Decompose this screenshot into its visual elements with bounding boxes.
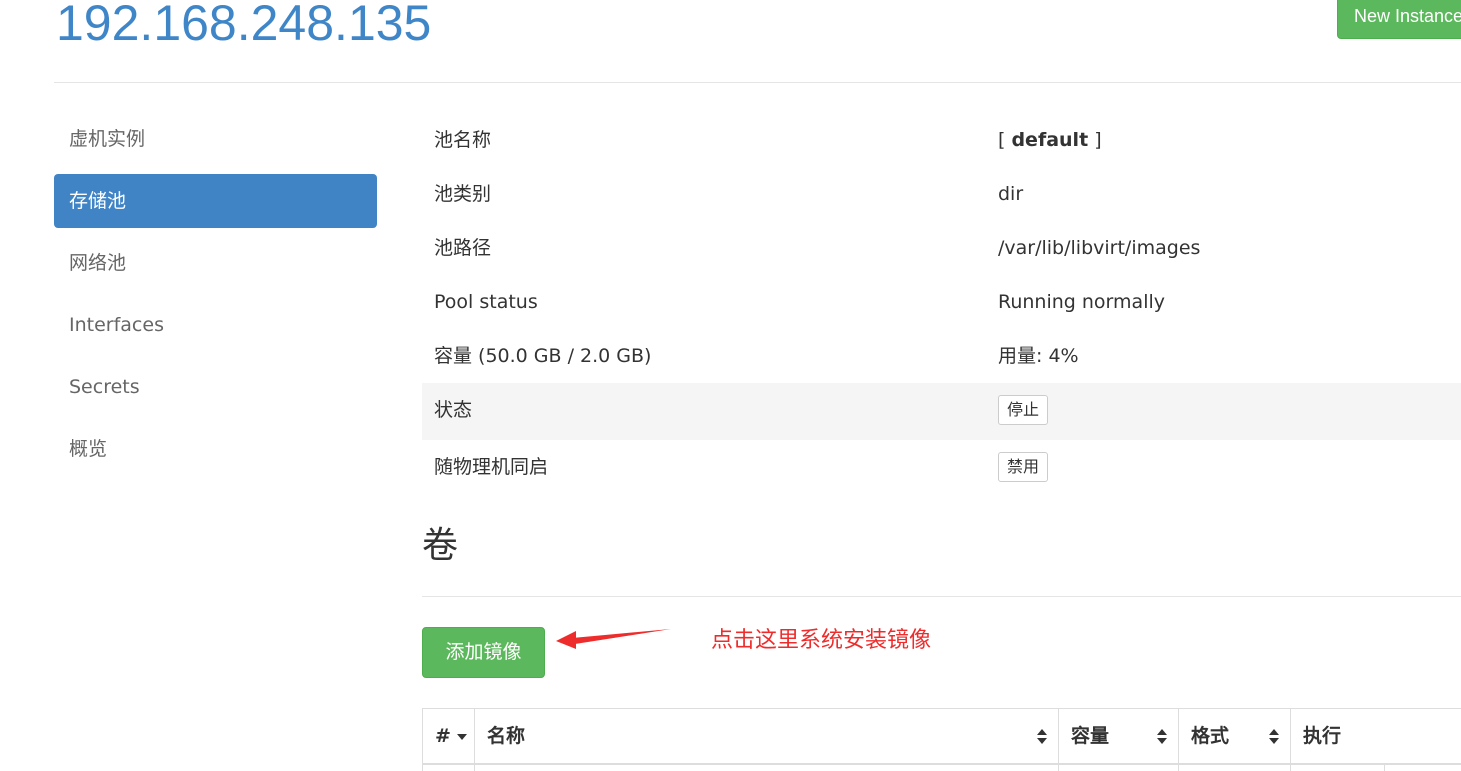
pool-usage-value: 用量: 4% (998, 345, 1079, 367)
sort-icon (1157, 729, 1167, 744)
sidebar-item-network-pools[interactable]: 网络池 (54, 236, 377, 290)
pool-info-table: 池名称 [ default ] 池类别 dir 池路径 /var/lib/lib… (422, 113, 1461, 497)
pool-autostart-label: 随物理机同启 (434, 456, 549, 478)
pool-status-label: Pool status (434, 291, 538, 313)
table-cell (1291, 765, 1385, 771)
pool-capacity-row: 容量 (50.0 GB / 2.0 GB) 用量: 4% (422, 329, 1461, 383)
header-divider (54, 82, 1461, 83)
sidebar-item-secrets[interactable]: Secrets (54, 360, 377, 414)
sidebar-item-instances[interactable]: 虚机实例 (54, 112, 377, 166)
column-header-capacity[interactable]: 容量 (1059, 709, 1179, 765)
pool-name-value: [ default ] (998, 129, 1102, 151)
table-cell (1179, 765, 1291, 771)
column-header-format[interactable]: 格式 (1179, 709, 1291, 765)
table-row (423, 765, 475, 771)
sidebar-item-interfaces[interactable]: Interfaces (54, 298, 377, 352)
page: 192.168.248.135 New Instance 虚机实例 存储池 网络… (0, 0, 1461, 771)
sidebar-item-storage-pools[interactable]: 存储池 (54, 174, 377, 228)
pool-state-row: 状态 停止 (422, 383, 1461, 440)
pool-path-label: 池路径 (434, 237, 492, 259)
column-header-format-label: 格式 (1191, 725, 1230, 747)
add-image-button[interactable]: 添加镜像 (422, 627, 545, 678)
sort-icon (1269, 729, 1279, 744)
disable-autostart-button[interactable]: 禁用 (998, 452, 1049, 482)
pool-type-row: 池类别 dir (422, 167, 1461, 221)
sidebar-item-overview[interactable]: 概览 (54, 422, 377, 476)
column-header-actions-label: 执行 (1303, 725, 1342, 747)
page-title: 192.168.248.135 (56, 0, 432, 51)
column-header-name[interactable]: 名称 (475, 709, 1059, 765)
sort-desc-icon (457, 734, 467, 740)
table-cell (1059, 765, 1179, 771)
pool-name-row: 池名称 [ default ] (422, 113, 1461, 167)
sidebar-nav: 虚机实例 存储池 网络池 Interfaces Secrets 概览 (54, 112, 377, 484)
pool-name-label: 池名称 (434, 129, 492, 151)
stop-pool-button[interactable]: 停止 (998, 395, 1049, 425)
sort-icon (1037, 729, 1047, 744)
column-header-actions: 执行 (1291, 709, 1461, 765)
pool-path-row: 池路径 /var/lib/libvirt/images (422, 221, 1461, 275)
column-header-capacity-label: 容量 (1071, 725, 1110, 747)
pool-type-label: 池类别 (434, 183, 492, 205)
pool-autostart-row: 随物理机同启 禁用 (422, 440, 1461, 497)
volumes-table: # 名称 容量 格式 执行 (422, 708, 1461, 771)
annotation-text: 点击这里系统安装镜像 (711, 628, 932, 653)
new-instance-button[interactable]: New Instance (1337, 0, 1461, 39)
column-header-name-label: 名称 (487, 725, 526, 747)
pool-status-value: Running normally (998, 291, 1165, 313)
volumes-heading: 卷 (422, 525, 459, 566)
column-header-index[interactable]: # (423, 709, 475, 765)
pool-type-value: dir (998, 183, 1024, 205)
pool-path-value: /var/lib/libvirt/images (998, 237, 1201, 259)
volumes-divider (422, 596, 1461, 597)
pool-capacity-label: 容量 (50.0 GB / 2.0 GB) (434, 345, 652, 367)
table-cell (475, 765, 1059, 771)
pool-status-row: Pool status Running normally (422, 275, 1461, 329)
column-header-index-label: # (435, 725, 451, 747)
pool-state-label: 状态 (434, 399, 473, 421)
annotation-arrow-icon (556, 629, 671, 649)
